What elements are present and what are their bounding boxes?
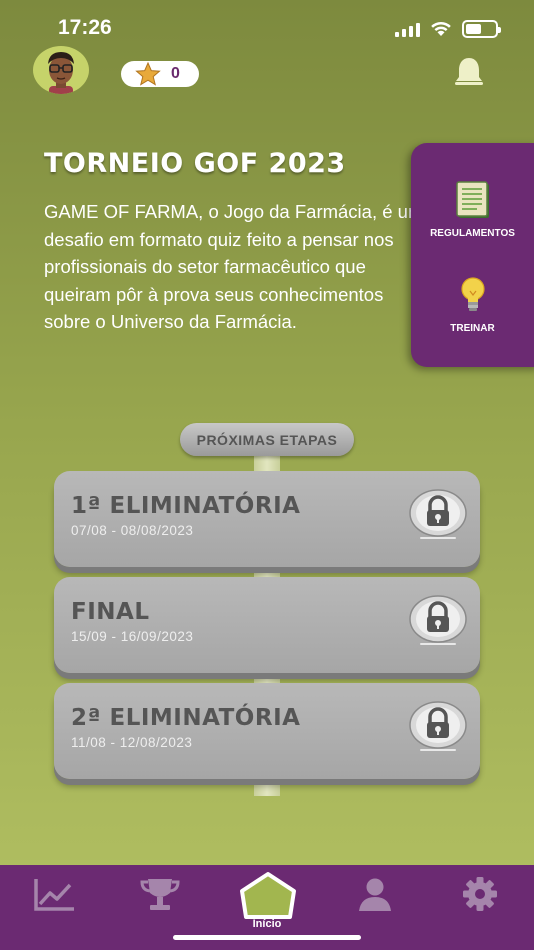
- status-bar: 17:26: [0, 0, 534, 58]
- lock-icon: [409, 489, 467, 539]
- nav-home[interactable]: [238, 871, 298, 921]
- stage-dates: 07/08 - 08/08/2023: [71, 523, 194, 538]
- tournament-description: GAME OF FARMA, o Jogo da Farmácia, é um …: [44, 201, 424, 332]
- stage-dates: 11/08 - 12/08/2023: [71, 735, 193, 750]
- home-indicator: [173, 935, 361, 940]
- cellular-signal-icon: [395, 21, 420, 37]
- nav-home-label: Início: [252, 918, 282, 930]
- user-avatar: [48, 52, 74, 94]
- stage-card[interactable]: FINAL 15/09 - 16/09/2023: [54, 577, 480, 673]
- train-label: TREINAR: [450, 323, 495, 334]
- side-menu-panel: REGULAMENTOS TREINAR: [411, 143, 534, 367]
- nav-settings[interactable]: [460, 877, 504, 913]
- wifi-icon: [431, 21, 451, 36]
- lightbulb-icon: [460, 277, 485, 311]
- notifications-button[interactable]: [452, 55, 486, 89]
- profile-icon: [359, 878, 391, 911]
- stage-title: 2ª ELIMINATÓRIA: [71, 705, 301, 731]
- stage-card[interactable]: 1ª ELIMINATÓRIA 07/08 - 08/08/2023: [54, 471, 480, 567]
- regulations-label: REGULAMENTOS: [430, 228, 515, 239]
- lock-icon: [409, 701, 467, 751]
- train-button[interactable]: TREINAR: [411, 276, 534, 334]
- page-title: TORNEIO GOF 2023: [44, 148, 346, 179]
- star-score-pill[interactable]: 0: [121, 61, 199, 87]
- status-time: 17:26: [58, 16, 112, 39]
- chart-icon: [34, 879, 74, 911]
- avatar[interactable]: [33, 46, 89, 94]
- nav-stats[interactable]: [32, 877, 76, 913]
- home-icon: [240, 872, 296, 919]
- regulations-button[interactable]: REGULAMENTOS: [411, 181, 534, 239]
- status-icons: [395, 20, 501, 38]
- settings-icon: [463, 877, 497, 911]
- star-count: 0: [171, 65, 180, 82]
- battery-icon: [462, 20, 501, 38]
- bottom-nav: Início: [0, 865, 534, 950]
- lock-icon: [409, 595, 467, 645]
- bell-icon: [455, 58, 483, 85]
- star-icon: [135, 62, 161, 86]
- notebook-icon: [455, 181, 489, 218]
- stage-card[interactable]: 2ª ELIMINATÓRIA 11/08 - 12/08/2023: [54, 683, 480, 779]
- stages-header: PRÓXIMAS ETAPAS: [180, 423, 354, 456]
- stage-dates: 15/09 - 16/09/2023: [71, 629, 194, 644]
- trophy-icon: [140, 879, 180, 910]
- stage-title: FINAL: [71, 599, 150, 625]
- nav-profile[interactable]: [355, 877, 399, 913]
- nav-trophy[interactable]: [140, 877, 184, 913]
- stage-title: 1ª ELIMINATÓRIA: [71, 493, 301, 519]
